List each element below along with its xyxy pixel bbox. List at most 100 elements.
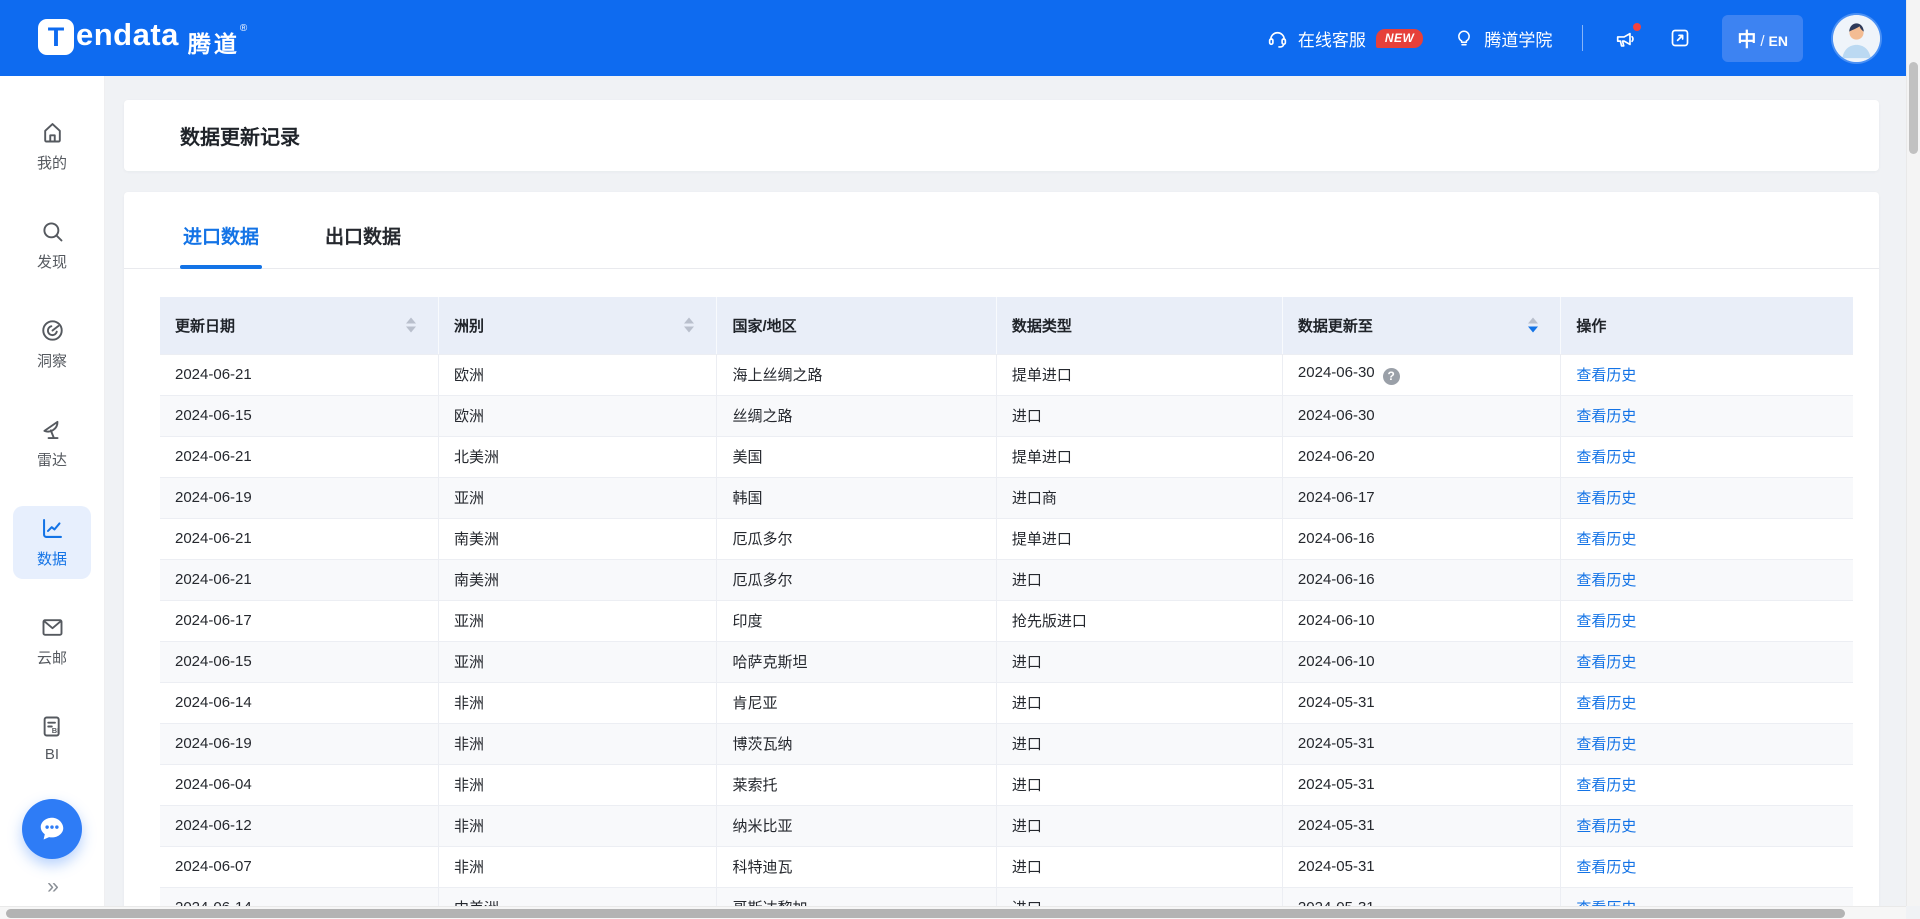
cell-updated-to-value: 2024-05-31 — [1298, 858, 1375, 875]
cell-continent: 南美洲 — [438, 518, 716, 559]
sidebar-item-bi[interactable]: BIBI — [13, 704, 91, 773]
sidebar-item-search[interactable]: 发现 — [13, 209, 91, 282]
cell-update-date-value: 2024-06-21 — [175, 448, 252, 465]
cell-country: 海上丝绸之路 — [717, 354, 996, 395]
view-history-link[interactable]: 查看历史 — [1576, 490, 1636, 507]
academy-link[interactable]: 腾道学院 — [1453, 26, 1552, 51]
view-history-link[interactable]: 查看历史 — [1576, 613, 1636, 630]
cell-update-date-value: 2024-06-15 — [175, 653, 252, 670]
cell-data-type: 进口 — [996, 846, 1282, 887]
help-icon[interactable]: ? — [1383, 368, 1400, 385]
table-row: 2024-06-21北美洲美国提单进口2024-06-20查看历史 — [160, 436, 1853, 477]
cell-updated-to: 2024-06-10 — [1282, 600, 1560, 641]
sidebar-item-data[interactable]: 数据 — [13, 506, 91, 579]
table-row: 2024-06-21南美洲厄瓜多尔提单进口2024-06-16查看历史 — [160, 518, 1853, 559]
language-toggle[interactable]: 中 / EN — [1722, 15, 1803, 62]
sidebar-item-insight[interactable]: 洞察 — [13, 308, 91, 381]
sort-icon[interactable] — [684, 318, 694, 333]
column-header-label: 国家/地区 — [732, 318, 796, 335]
tab-bar: 进口数据 出口数据 — [124, 192, 1879, 269]
top-header: T endata 腾道 ® 在线客服 NEW — [0, 0, 1906, 76]
cell-continent: 非洲 — [438, 723, 716, 764]
horizontal-scrollbar[interactable] — [0, 906, 1906, 919]
cell-continent: 亚洲 — [438, 641, 716, 682]
data-update-table-wrap: 更新日期洲别国家/地区数据类型数据更新至操作 2024-06-21欧洲海上丝绸之… — [160, 297, 1853, 919]
cell-updated-to: 2024-06-20 — [1282, 436, 1560, 477]
bi-icon: BI — [39, 713, 66, 740]
view-history-link[interactable]: 查看历史 — [1576, 777, 1636, 794]
view-history-link[interactable]: 查看历史 — [1576, 859, 1636, 876]
cell-data-type: 提单进口 — [996, 436, 1282, 477]
table-row: 2024-06-19非洲博茨瓦纳进口2024-05-31查看历史 — [160, 723, 1853, 764]
cell-updated-to-value: 2024-05-31 — [1298, 817, 1375, 834]
cell-updated-to-value: 2024-05-31 — [1298, 694, 1375, 711]
lang-en-label: EN — [1769, 33, 1788, 49]
cell-update-date-value: 2024-06-21 — [175, 366, 252, 383]
view-history-link[interactable]: 查看历史 — [1576, 818, 1636, 835]
tab-export-data[interactable]: 出口数据 — [322, 222, 404, 268]
cell-updated-to-value: 2024-06-17 — [1298, 489, 1375, 506]
view-history-link[interactable]: 查看历史 — [1576, 736, 1636, 753]
cell-updated-to: 2024-05-31 — [1282, 682, 1560, 723]
sidebar-item-mail[interactable]: 云邮 — [13, 605, 91, 678]
view-history-link[interactable]: 查看历史 — [1576, 695, 1636, 712]
cell-data-type: 进口 — [996, 723, 1282, 764]
column-header[interactable]: 洲别 — [438, 297, 716, 354]
fullscreen-button[interactable] — [1668, 26, 1692, 50]
chat-button[interactable] — [22, 799, 82, 859]
view-history-link[interactable]: 查看历史 — [1576, 367, 1636, 384]
view-history-link[interactable]: 查看历史 — [1576, 572, 1636, 589]
column-header-label: 更新日期 — [175, 318, 235, 335]
column-header[interactable]: 更新日期 — [160, 297, 438, 354]
cell-data-type-value: 提单进口 — [1012, 531, 1072, 548]
view-history-link[interactable]: 查看历史 — [1576, 654, 1636, 671]
cell-updated-to: 2024-05-31 — [1282, 805, 1560, 846]
new-badge: NEW — [1376, 29, 1424, 48]
cell-updated-to: 2024-06-30? — [1282, 354, 1560, 395]
cell-updated-to-value: 2024-06-20 — [1298, 448, 1375, 465]
cell-data-type-value: 进口商 — [1012, 490, 1057, 507]
cell-action: 查看历史 — [1561, 518, 1853, 559]
cell-updated-to: 2024-05-31 — [1282, 846, 1560, 887]
cell-continent: 欧洲 — [438, 354, 716, 395]
title-card: 数据更新记录 — [124, 100, 1879, 171]
cell-data-type-value: 提单进口 — [1012, 367, 1072, 384]
sort-icon[interactable] — [1528, 318, 1538, 333]
cell-update-date: 2024-06-19 — [160, 477, 438, 518]
cell-update-date-value: 2024-06-04 — [175, 776, 252, 793]
cell-update-date: 2024-06-12 — [160, 805, 438, 846]
table-row: 2024-06-04非洲莱索托进口2024-05-31查看历史 — [160, 764, 1853, 805]
cell-update-date: 2024-06-17 — [160, 600, 438, 641]
cell-updated-to-value: 2024-06-16 — [1298, 530, 1375, 547]
cell-country-value: 哈萨克斯坦 — [732, 654, 807, 671]
tab-import-data[interactable]: 进口数据 — [180, 222, 262, 268]
cell-update-date: 2024-06-19 — [160, 723, 438, 764]
sidebar-item-label: 云邮 — [37, 647, 67, 668]
sidebar-item-radar[interactable]: 雷达 — [13, 407, 91, 480]
brand-logo[interactable]: T endata 腾道 ® — [38, 17, 247, 59]
content-card: 进口数据出口数据 更新日期洲别国家/地区数据类型数据更新至操作 2024-06-… — [124, 192, 1879, 919]
sort-icon[interactable] — [406, 318, 416, 333]
table-row: 2024-06-07非洲科特迪瓦进口2024-05-31查看历史 — [160, 846, 1853, 887]
announcements-button[interactable] — [1613, 26, 1638, 51]
cell-country-value: 厄瓜多尔 — [732, 572, 792, 589]
cell-updated-to-value: 2024-06-16 — [1298, 571, 1375, 588]
view-history-link[interactable]: 查看历史 — [1576, 449, 1636, 466]
column-header[interactable]: 数据更新至 — [1282, 297, 1560, 354]
vertical-scrollbar[interactable] — [1906, 0, 1920, 906]
view-history-link[interactable]: 查看历史 — [1576, 408, 1636, 425]
sidebar-expand-button[interactable]: » — [47, 875, 57, 899]
sidebar-item-home[interactable]: 我的 — [13, 110, 91, 183]
cell-country: 哈萨克斯坦 — [717, 641, 996, 682]
horizontal-scrollbar-thumb[interactable] — [6, 909, 1845, 918]
cell-updated-to: 2024-05-31 — [1282, 764, 1560, 805]
lightbulb-icon — [1453, 27, 1475, 49]
cell-data-type: 提单进口 — [996, 518, 1282, 559]
vertical-scrollbar-thumb[interactable] — [1909, 62, 1918, 154]
online-service-link[interactable]: 在线客服 NEW — [1266, 26, 1424, 51]
cell-country-value: 博茨瓦纳 — [732, 736, 792, 753]
cell-data-type: 进口 — [996, 395, 1282, 436]
user-avatar[interactable] — [1833, 15, 1880, 62]
view-history-link[interactable]: 查看历史 — [1576, 531, 1636, 548]
cell-country: 厄瓜多尔 — [717, 518, 996, 559]
